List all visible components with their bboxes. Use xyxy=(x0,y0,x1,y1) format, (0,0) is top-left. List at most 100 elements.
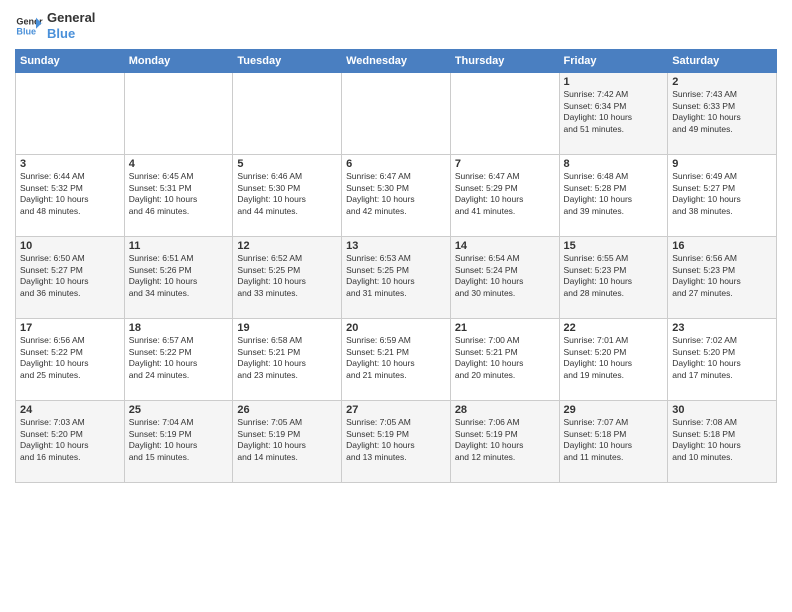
day-number: 13 xyxy=(346,240,446,252)
day-info: Sunrise: 6:45 AM Sunset: 5:31 PM Dayligh… xyxy=(129,171,229,217)
calendar-cell: 21Sunrise: 7:00 AM Sunset: 5:21 PM Dayli… xyxy=(450,319,559,401)
day-number: 23 xyxy=(672,322,772,334)
calendar-cell: 1Sunrise: 7:42 AM Sunset: 6:34 PM Daylig… xyxy=(559,73,668,155)
calendar-cell: 6Sunrise: 6:47 AM Sunset: 5:30 PM Daylig… xyxy=(342,155,451,237)
calendar-cell xyxy=(16,73,125,155)
day-number: 7 xyxy=(455,158,555,170)
header-day-sunday: Sunday xyxy=(16,50,125,73)
logo-text-blue: Blue xyxy=(47,26,95,42)
day-number: 20 xyxy=(346,322,446,334)
day-info: Sunrise: 6:51 AM Sunset: 5:26 PM Dayligh… xyxy=(129,253,229,299)
day-info: Sunrise: 6:56 AM Sunset: 5:22 PM Dayligh… xyxy=(20,335,120,381)
day-number: 14 xyxy=(455,240,555,252)
page-container: General Blue General Blue SundayMondayTu… xyxy=(0,0,792,493)
day-info: Sunrise: 7:05 AM Sunset: 5:19 PM Dayligh… xyxy=(237,417,337,463)
day-info: Sunrise: 6:52 AM Sunset: 5:25 PM Dayligh… xyxy=(237,253,337,299)
day-info: Sunrise: 7:02 AM Sunset: 5:20 PM Dayligh… xyxy=(672,335,772,381)
calendar-cell xyxy=(233,73,342,155)
header-row: SundayMondayTuesdayWednesdayThursdayFrid… xyxy=(16,50,777,73)
day-number: 4 xyxy=(129,158,229,170)
header-day-wednesday: Wednesday xyxy=(342,50,451,73)
day-number: 25 xyxy=(129,404,229,416)
calendar-table: SundayMondayTuesdayWednesdayThursdayFrid… xyxy=(15,49,777,483)
day-info: Sunrise: 6:54 AM Sunset: 5:24 PM Dayligh… xyxy=(455,253,555,299)
calendar-cell xyxy=(342,73,451,155)
calendar-cell: 24Sunrise: 7:03 AM Sunset: 5:20 PM Dayli… xyxy=(16,401,125,483)
day-number: 10 xyxy=(20,240,120,252)
day-number: 19 xyxy=(237,322,337,334)
calendar-cell: 5Sunrise: 6:46 AM Sunset: 5:30 PM Daylig… xyxy=(233,155,342,237)
day-info: Sunrise: 6:57 AM Sunset: 5:22 PM Dayligh… xyxy=(129,335,229,381)
day-number: 30 xyxy=(672,404,772,416)
day-info: Sunrise: 6:58 AM Sunset: 5:21 PM Dayligh… xyxy=(237,335,337,381)
calendar-cell: 20Sunrise: 6:59 AM Sunset: 5:21 PM Dayli… xyxy=(342,319,451,401)
logo: General Blue General Blue xyxy=(15,10,95,41)
calendar-cell: 23Sunrise: 7:02 AM Sunset: 5:20 PM Dayli… xyxy=(668,319,777,401)
calendar-cell: 16Sunrise: 6:56 AM Sunset: 5:23 PM Dayli… xyxy=(668,237,777,319)
day-info: Sunrise: 6:50 AM Sunset: 5:27 PM Dayligh… xyxy=(20,253,120,299)
day-number: 5 xyxy=(237,158,337,170)
calendar-cell: 4Sunrise: 6:45 AM Sunset: 5:31 PM Daylig… xyxy=(124,155,233,237)
week-row-2: 10Sunrise: 6:50 AM Sunset: 5:27 PM Dayli… xyxy=(16,237,777,319)
calendar-cell: 18Sunrise: 6:57 AM Sunset: 5:22 PM Dayli… xyxy=(124,319,233,401)
day-number: 15 xyxy=(564,240,664,252)
day-info: Sunrise: 6:48 AM Sunset: 5:28 PM Dayligh… xyxy=(564,171,664,217)
day-info: Sunrise: 7:08 AM Sunset: 5:18 PM Dayligh… xyxy=(672,417,772,463)
day-info: Sunrise: 7:04 AM Sunset: 5:19 PM Dayligh… xyxy=(129,417,229,463)
day-info: Sunrise: 7:05 AM Sunset: 5:19 PM Dayligh… xyxy=(346,417,446,463)
header-day-saturday: Saturday xyxy=(668,50,777,73)
calendar-cell: 25Sunrise: 7:04 AM Sunset: 5:19 PM Dayli… xyxy=(124,401,233,483)
calendar-cell: 11Sunrise: 6:51 AM Sunset: 5:26 PM Dayli… xyxy=(124,237,233,319)
day-info: Sunrise: 7:42 AM Sunset: 6:34 PM Dayligh… xyxy=(564,89,664,135)
day-number: 17 xyxy=(20,322,120,334)
calendar-cell: 19Sunrise: 6:58 AM Sunset: 5:21 PM Dayli… xyxy=(233,319,342,401)
header: General Blue General Blue xyxy=(15,10,777,41)
calendar-cell xyxy=(124,73,233,155)
day-number: 22 xyxy=(564,322,664,334)
day-info: Sunrise: 6:46 AM Sunset: 5:30 PM Dayligh… xyxy=(237,171,337,217)
day-info: Sunrise: 6:59 AM Sunset: 5:21 PM Dayligh… xyxy=(346,335,446,381)
day-number: 18 xyxy=(129,322,229,334)
svg-text:Blue: Blue xyxy=(16,26,36,36)
day-info: Sunrise: 7:06 AM Sunset: 5:19 PM Dayligh… xyxy=(455,417,555,463)
day-info: Sunrise: 6:55 AM Sunset: 5:23 PM Dayligh… xyxy=(564,253,664,299)
calendar-cell: 7Sunrise: 6:47 AM Sunset: 5:29 PM Daylig… xyxy=(450,155,559,237)
day-number: 3 xyxy=(20,158,120,170)
header-day-friday: Friday xyxy=(559,50,668,73)
header-day-tuesday: Tuesday xyxy=(233,50,342,73)
day-number: 21 xyxy=(455,322,555,334)
week-row-0: 1Sunrise: 7:42 AM Sunset: 6:34 PM Daylig… xyxy=(16,73,777,155)
day-number: 1 xyxy=(564,76,664,88)
calendar-cell xyxy=(450,73,559,155)
week-row-4: 24Sunrise: 7:03 AM Sunset: 5:20 PM Dayli… xyxy=(16,401,777,483)
day-info: Sunrise: 7:00 AM Sunset: 5:21 PM Dayligh… xyxy=(455,335,555,381)
day-number: 11 xyxy=(129,240,229,252)
week-row-1: 3Sunrise: 6:44 AM Sunset: 5:32 PM Daylig… xyxy=(16,155,777,237)
day-number: 29 xyxy=(564,404,664,416)
logo-icon: General Blue xyxy=(15,12,43,40)
calendar-cell: 13Sunrise: 6:53 AM Sunset: 5:25 PM Dayli… xyxy=(342,237,451,319)
day-number: 8 xyxy=(564,158,664,170)
day-info: Sunrise: 6:47 AM Sunset: 5:29 PM Dayligh… xyxy=(455,171,555,217)
day-info: Sunrise: 6:47 AM Sunset: 5:30 PM Dayligh… xyxy=(346,171,446,217)
calendar-cell: 2Sunrise: 7:43 AM Sunset: 6:33 PM Daylig… xyxy=(668,73,777,155)
day-number: 24 xyxy=(20,404,120,416)
calendar-cell: 15Sunrise: 6:55 AM Sunset: 5:23 PM Dayli… xyxy=(559,237,668,319)
calendar-cell: 27Sunrise: 7:05 AM Sunset: 5:19 PM Dayli… xyxy=(342,401,451,483)
calendar-cell: 3Sunrise: 6:44 AM Sunset: 5:32 PM Daylig… xyxy=(16,155,125,237)
calendar-cell: 12Sunrise: 6:52 AM Sunset: 5:25 PM Dayli… xyxy=(233,237,342,319)
day-info: Sunrise: 6:44 AM Sunset: 5:32 PM Dayligh… xyxy=(20,171,120,217)
day-number: 28 xyxy=(455,404,555,416)
day-info: Sunrise: 7:43 AM Sunset: 6:33 PM Dayligh… xyxy=(672,89,772,135)
day-number: 26 xyxy=(237,404,337,416)
calendar-cell: 29Sunrise: 7:07 AM Sunset: 5:18 PM Dayli… xyxy=(559,401,668,483)
day-info: Sunrise: 7:07 AM Sunset: 5:18 PM Dayligh… xyxy=(564,417,664,463)
logo-text-general: General xyxy=(47,10,95,26)
calendar-cell: 22Sunrise: 7:01 AM Sunset: 5:20 PM Dayli… xyxy=(559,319,668,401)
week-row-3: 17Sunrise: 6:56 AM Sunset: 5:22 PM Dayli… xyxy=(16,319,777,401)
calendar-cell: 17Sunrise: 6:56 AM Sunset: 5:22 PM Dayli… xyxy=(16,319,125,401)
day-number: 6 xyxy=(346,158,446,170)
day-info: Sunrise: 7:01 AM Sunset: 5:20 PM Dayligh… xyxy=(564,335,664,381)
day-info: Sunrise: 6:53 AM Sunset: 5:25 PM Dayligh… xyxy=(346,253,446,299)
day-number: 16 xyxy=(672,240,772,252)
